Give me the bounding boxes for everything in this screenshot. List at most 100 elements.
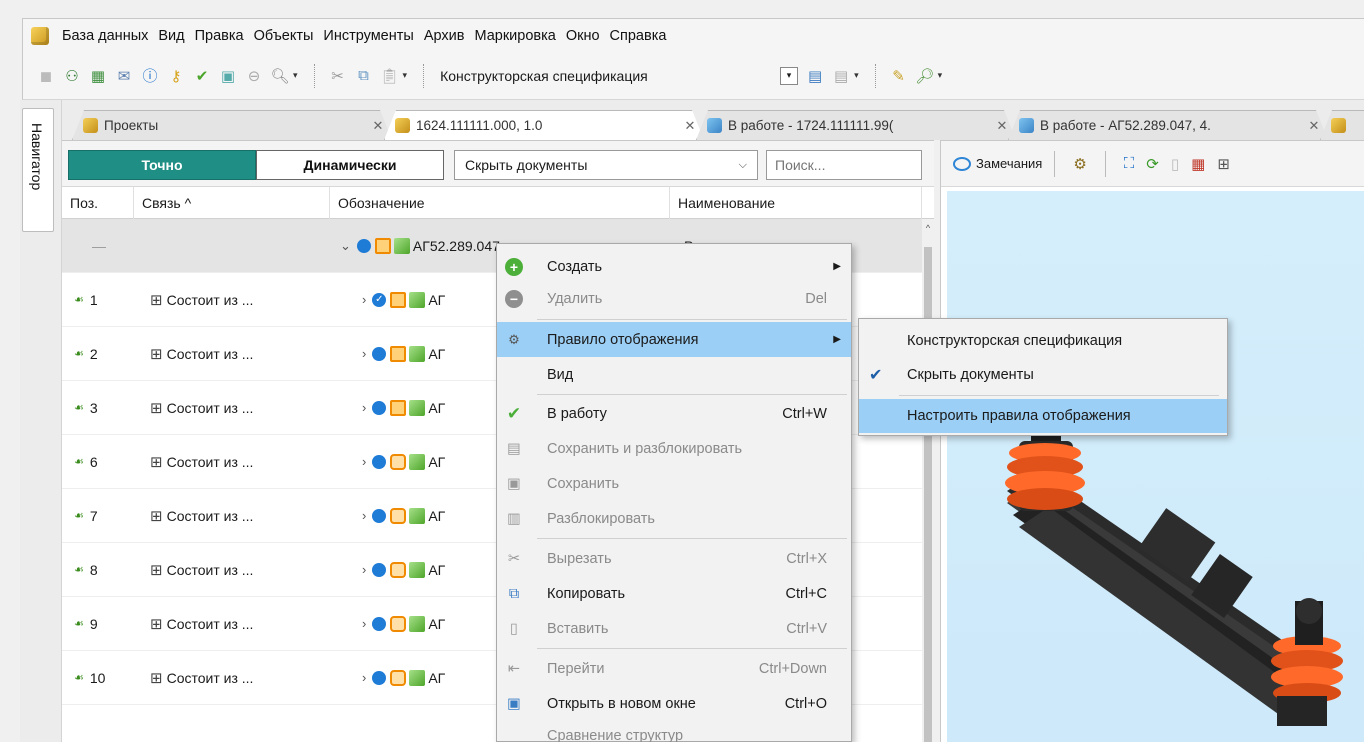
display-filter-select[interactable]: Скрыть документы ⌵	[454, 150, 758, 180]
menu-item-delete[interactable]: − Удалить Del	[497, 281, 851, 316]
menu-item-save-unlock[interactable]: ▤ Сохранить и разблокировать	[497, 431, 851, 466]
menu-item-save[interactable]: ▣ Сохранить	[497, 466, 851, 501]
menu-item-cut[interactable]: ✂ Вырезать Ctrl+X	[497, 541, 851, 576]
mail-icon[interactable]: ✉	[114, 66, 134, 86]
check-icon[interactable]: ✔	[192, 66, 212, 86]
menu-view[interactable]: Вид	[153, 28, 189, 44]
pos-cell: ☙ 3	[74, 381, 98, 434]
chevron-right-icon[interactable]: ›	[362, 616, 366, 631]
navigator-tab[interactable]: Навигатор	[22, 108, 54, 232]
cut-icon[interactable]: ✂	[328, 66, 348, 86]
3d-viewport[interactable]	[947, 191, 1364, 742]
tab-ag52[interactable]: В работе - АГ52.289.047, 4. ✕	[1008, 110, 1328, 140]
link-icon: ☙	[74, 618, 84, 630]
tab-more[interactable]	[1320, 110, 1364, 140]
search-input[interactable]	[766, 150, 922, 180]
form-grey-icon[interactable]: ▤	[831, 66, 851, 86]
menu-window[interactable]: Окно	[561, 28, 605, 44]
menu-archive[interactable]: Архив	[419, 28, 470, 44]
display-rule-label[interactable]: Конструкторская спецификация	[440, 68, 780, 84]
hierarchy-icon: ⊞	[150, 561, 163, 579]
chevron-right-icon[interactable]: ›	[362, 346, 366, 361]
chevron-right-icon[interactable]: ›	[362, 508, 366, 523]
pos-cell: ☙ 1	[74, 273, 98, 326]
tab-1724[interactable]: В работе - 1724.111111.99( ✕	[696, 110, 1016, 140]
remarks-button[interactable]: Замечания	[953, 156, 1042, 171]
menu-item-open-new-window[interactable]: ▣ Открыть в новом окне Ctrl+O	[497, 686, 851, 721]
tab-projects[interactable]: Проекты ✕	[72, 110, 392, 140]
vertical-scrollbar[interactable]: ^	[922, 219, 934, 742]
menu-item-go-to[interactable]: ⇤ Перейти Ctrl+Down	[497, 651, 851, 686]
exact-mode-button[interactable]: Точно	[68, 150, 256, 180]
object-icon[interactable]: ◼	[36, 66, 56, 86]
column-relation[interactable]: Связь ^	[134, 187, 330, 219]
relation-cell: ⊞ Состоит из ...	[150, 597, 253, 650]
status-dot-icon	[372, 562, 387, 577]
menu-database[interactable]: База данных	[57, 28, 153, 44]
menu-help[interactable]: Справка	[605, 28, 672, 44]
fit-view-icon[interactable]: ⛶	[1124, 155, 1135, 172]
info-icon[interactable]: ⓘ	[140, 66, 160, 86]
dropdown-arrow-icon[interactable]: ▾	[854, 70, 859, 81]
calendar-icon[interactable]: ▦	[88, 66, 108, 86]
minus-circle-icon[interactable]: ⊖	[244, 66, 264, 86]
menu-item-paste[interactable]: ▯ Вставить Ctrl+V	[497, 611, 851, 646]
edit-doc-icon[interactable]: ✎	[889, 66, 909, 86]
submenu-item-configure-rules[interactable]: Настроить правила отображения	[859, 399, 1227, 433]
dynamic-mode-button[interactable]: Динамически	[256, 150, 444, 180]
menu-item-unlock[interactable]: ▥ Разблокировать	[497, 501, 851, 536]
chevron-right-icon[interactable]: ›	[362, 400, 366, 415]
paste-icon[interactable]: 📋︎	[380, 66, 400, 86]
chevron-down-icon[interactable]: ▾	[780, 66, 799, 85]
submenu-item-design-spec[interactable]: Конструкторская спецификация	[859, 324, 1227, 358]
close-icon[interactable]: ✕	[677, 118, 703, 134]
dropdown-arrow-icon[interactable]: ▾	[293, 70, 298, 81]
cube-icon	[395, 118, 410, 133]
tree-settings-icon[interactable]: ⚙	[1073, 155, 1086, 173]
tab-1624[interactable]: 1624.111111.000, 1.0 ✕	[384, 110, 704, 140]
designation-text: АГ	[428, 345, 446, 362]
menu-item-copy[interactable]: ⧉ Копировать Ctrl+C	[497, 576, 851, 611]
menu-item-compare-structures[interactable]: Сравнение структур	[497, 718, 851, 742]
column-designation[interactable]: Обозначение	[330, 187, 670, 219]
page-icon[interactable]: ▯	[1171, 155, 1179, 173]
dropdown-arrow-icon[interactable]: ▾	[403, 70, 408, 81]
chevron-right-icon[interactable]: ›	[362, 562, 366, 577]
menu-edit[interactable]: Правка	[190, 28, 249, 44]
copy-icon[interactable]: ⧉	[354, 66, 374, 86]
dropdown-arrow-icon[interactable]: ▾	[938, 70, 943, 81]
key-icon[interactable]: ⚷	[166, 66, 186, 86]
assembly-icon	[409, 669, 426, 686]
close-icon[interactable]: ✕	[365, 118, 391, 134]
menu-item-display-rule[interactable]: ⚙ Правило отображения ▶	[497, 322, 851, 357]
column-name[interactable]: Наименование	[670, 187, 922, 219]
menu-tools[interactable]: Инструменты	[318, 28, 418, 44]
close-icon[interactable]: ✕	[1301, 118, 1327, 134]
menu-item-create[interactable]: + Создать ▶	[497, 249, 851, 284]
chevron-right-icon[interactable]: ›	[362, 670, 366, 685]
menu-separator	[899, 395, 1219, 396]
search-doc-icon[interactable]: 🔎︎	[915, 66, 935, 86]
structure-icon[interactable]: ⚇	[62, 66, 82, 86]
hierarchy-icon[interactable]: ⊞	[1217, 155, 1230, 173]
chevron-down-icon[interactable]: ⌄	[340, 238, 351, 254]
form-icon[interactable]: ▣	[218, 66, 238, 86]
properties-icon[interactable]: ▦	[1191, 155, 1205, 173]
menu-item-view[interactable]: Вид	[497, 357, 851, 392]
zoom-icon[interactable]: 🔍︎	[270, 66, 290, 86]
menu-item-to-work[interactable]: ✔ В работу Ctrl+W	[497, 396, 851, 431]
submenu-item-hide-docs[interactable]: ✔ Скрыть документы	[859, 358, 1227, 392]
menu-objects[interactable]: Объекты	[249, 28, 319, 44]
chevron-right-icon[interactable]: ›	[362, 292, 366, 307]
column-pos[interactable]: Поз.	[62, 187, 134, 219]
go-to-icon: ⇤	[507, 660, 521, 677]
settings-form-icon[interactable]: ▤	[805, 66, 825, 86]
hierarchy-icon: ⊞	[150, 669, 163, 687]
close-icon[interactable]: ✕	[989, 118, 1015, 134]
scroll-up-icon[interactable]: ^	[922, 223, 934, 233]
navigator-label: Навигатор	[29, 123, 45, 191]
chevron-right-icon[interactable]: ›	[362, 454, 366, 469]
menu-separator	[537, 648, 847, 649]
refresh-icon[interactable]: ⟳	[1146, 155, 1159, 173]
menu-marking[interactable]: Маркировка	[469, 28, 560, 44]
